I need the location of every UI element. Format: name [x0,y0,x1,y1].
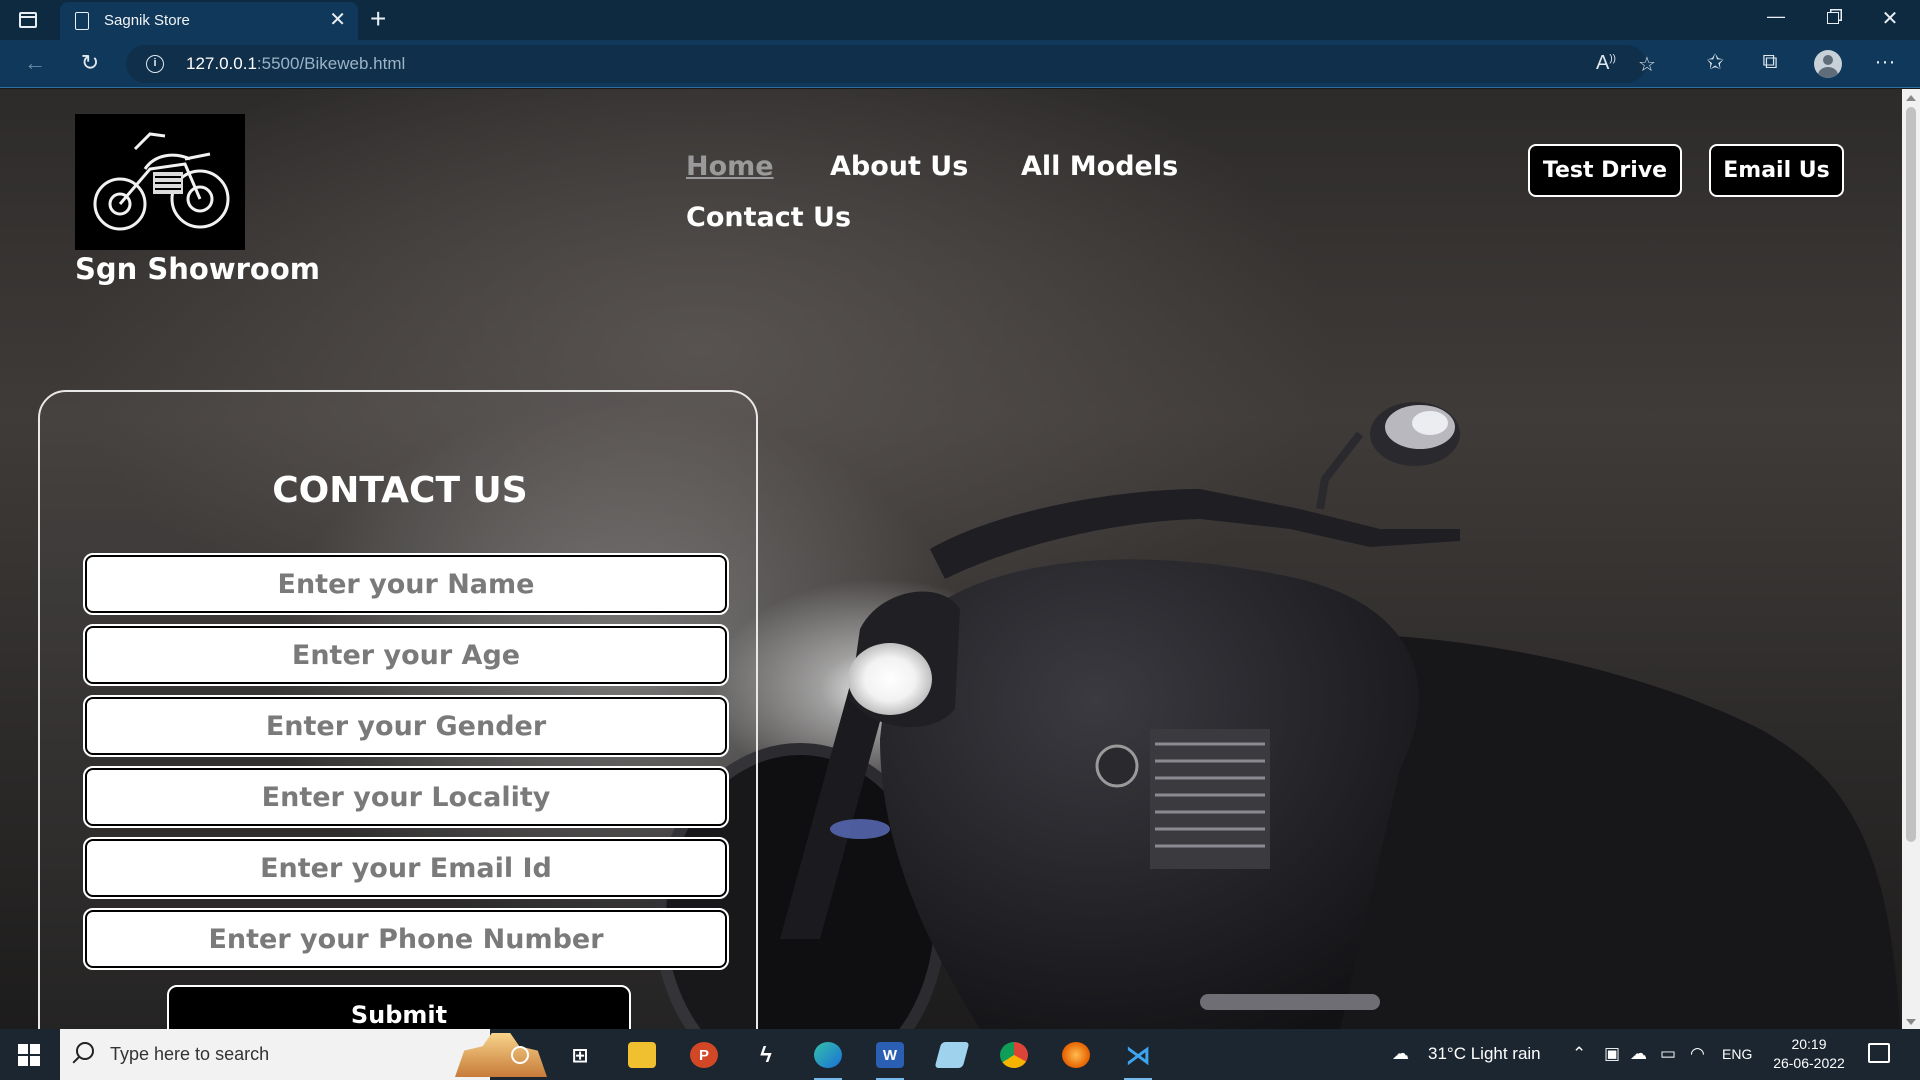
browser-tab[interactable]: Sagnik Store ✕ [60,2,358,40]
clock[interactable]: 20:19 26-06-2022 [1764,1035,1854,1073]
scrollbar-thumb[interactable] [1906,107,1916,842]
more-menu-icon[interactable]: ··· [1870,50,1900,74]
language-indicator[interactable]: ENG [1722,1046,1752,1062]
notifications-icon[interactable] [1868,1043,1890,1063]
new-tab-icon[interactable]: + [370,4,386,34]
submit-button[interactable]: Submit [167,985,631,1029]
tray-expand-icon[interactable]: ⌃ [1572,1044,1586,1064]
form-title: CONTACT US [272,470,528,511]
tab-actions-icon[interactable] [14,8,42,32]
meet-now-icon[interactable]: ▣ [1604,1044,1620,1064]
cortana-icon[interactable] [502,1037,538,1073]
email-us-button[interactable]: Email Us [1709,144,1844,197]
gender-input[interactable] [83,695,729,757]
search-icon [76,1042,94,1060]
wifi-icon[interactable]: ◠ [1690,1044,1705,1064]
page-scrollbar[interactable] [1902,89,1920,1029]
motorcycle-logo-icon [93,132,230,231]
minimize-icon[interactable]: — [1756,6,1796,27]
scroll-up-icon[interactable] [1906,95,1916,101]
file-explorer-icon[interactable] [624,1037,660,1073]
test-drive-button[interactable]: Test Drive [1528,144,1682,197]
tab-title: Sagnik Store [104,12,190,29]
url-text: 127.0.0.1:5500/Bikeweb.html [186,54,406,73]
notes-app-icon[interactable] [934,1037,970,1073]
nav-all-models-link[interactable]: All Models [1021,151,1178,182]
windows-start-icon[interactable] [18,1044,40,1066]
web-page: Sgn Showroom Home About Us All Models Co… [0,89,1920,1029]
read-aloud-icon[interactable]: A)) [1596,52,1616,75]
nav-contact-link[interactable]: Contact Us [686,202,851,233]
word-icon[interactable]: W [872,1037,908,1080]
edge-icon[interactable] [810,1037,846,1080]
contact-form: CONTACT US Submit [38,390,758,1029]
battery-icon[interactable]: ▭ [1660,1044,1676,1064]
taskbar-search-placeholder: Type here to search [110,1044,270,1064]
clock-time: 20:19 [1791,1036,1827,1052]
vscode-icon[interactable]: ⋊ [1120,1037,1156,1080]
onedrive-icon[interactable]: ☁ [1630,1044,1647,1064]
browser-toolbar: ← ↻ i 127.0.0.1:5500/Bikeweb.html A)) ☆ … [0,40,1920,88]
age-input[interactable] [83,624,729,686]
nav-about-link[interactable]: About Us [830,151,968,182]
site-logo[interactable] [75,114,245,250]
name-input[interactable] [83,553,729,615]
powerpoint-icon[interactable]: P [686,1037,722,1073]
favorites-icon[interactable]: ✩ [1700,50,1730,75]
page-icon [75,12,89,30]
locality-input[interactable] [83,766,729,828]
close-tab-icon[interactable]: ✕ [329,9,346,31]
taskbar-search-box[interactable]: Type here to search [60,1029,547,1080]
email-input[interactable] [83,837,729,899]
profile-avatar[interactable] [1814,50,1842,78]
windows-taskbar: Type here to search ⊞ P ϟ W ⋊ ☁ 31°C Lig… [0,1029,1920,1080]
task-view-icon[interactable]: ⊞ [562,1037,598,1073]
clock-date: 26-06-2022 [1773,1055,1845,1071]
restore-icon[interactable] [1813,6,1853,29]
chrome-icon[interactable] [996,1037,1032,1073]
brand-name: Sgn Showroom [75,252,320,286]
site-info-icon[interactable]: i [146,55,164,73]
browser-tab-bar: Sagnik Store ✕ + — ✕ [0,0,1920,40]
weather-text[interactable]: 31°C Light rain [1428,1044,1541,1064]
terminal-app-icon[interactable]: ϟ [748,1037,784,1073]
collections-icon[interactable]: ⧉ [1755,50,1785,74]
close-window-icon[interactable]: ✕ [1870,6,1910,31]
phone-input[interactable] [83,908,729,970]
back-icon[interactable]: ← [20,50,50,76]
firefox-icon[interactable] [1058,1037,1094,1073]
reload-icon[interactable]: ↻ [75,50,105,76]
nav-home-link[interactable]: Home [686,151,774,182]
add-favorite-icon[interactable]: ☆ [1638,52,1656,77]
address-bar[interactable]: i 127.0.0.1:5500/Bikeweb.html A)) ☆ [126,45,1656,83]
scroll-down-icon[interactable] [1906,1019,1916,1025]
weather-icon[interactable]: ☁ [1392,1044,1409,1064]
